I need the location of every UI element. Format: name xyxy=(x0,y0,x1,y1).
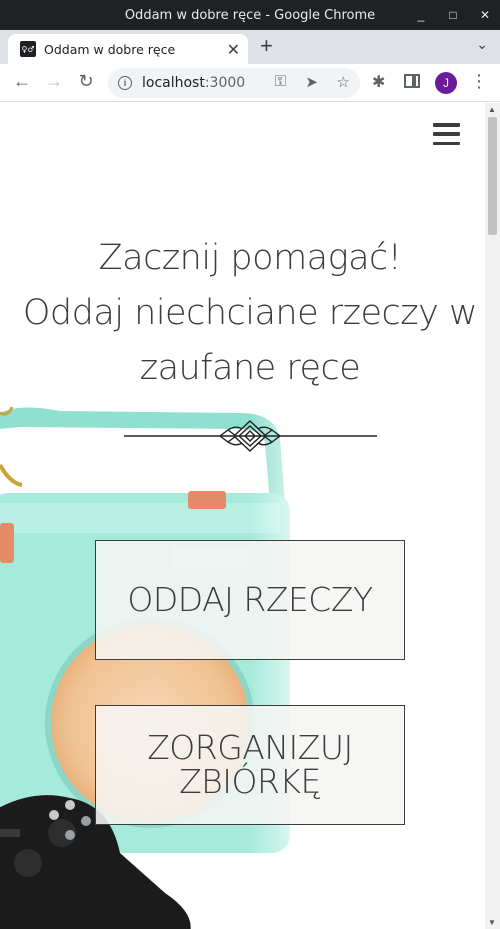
bookmark-star-icon[interactable]: ☆ xyxy=(337,73,350,91)
url-host: localhost xyxy=(142,75,205,91)
profile-avatar[interactable]: J xyxy=(435,72,457,94)
hero-heading-line-1: Zacznij pomagać! xyxy=(98,238,402,278)
tab-active[interactable]: ♀♂ Oddam w dobre ręce ✕ xyxy=(8,34,248,64)
organize-collection-label: ZORGANIZUJ ZBIÓRKĘ xyxy=(147,731,353,799)
hamburger-bar xyxy=(433,141,460,145)
tab-title: Oddam w dobre ręce xyxy=(44,41,176,57)
scroll-down-arrow-icon[interactable]: ▼ xyxy=(488,918,496,927)
page-scrollbar[interactable]: ▲ ▼ xyxy=(485,103,500,929)
send-icon[interactable]: ➤ xyxy=(305,73,318,91)
tab-strip: ♀♂ Oddam w dobre ręce ✕ + ⌄ xyxy=(0,30,500,64)
password-key-icon[interactable]: ⚿ xyxy=(275,73,286,90)
side-panel-icon[interactable] xyxy=(404,74,420,88)
organize-collection-button[interactable]: ZORGANIZUJ ZBIÓRKĘ xyxy=(95,705,405,825)
minimize-icon[interactable]: _ xyxy=(414,8,428,22)
maximize-icon[interactable]: □ xyxy=(446,8,460,22)
chrome-menu-icon[interactable]: ⋮ xyxy=(470,71,488,92)
address-bar[interactable]: i localhost:3000 ⚿ ➤ ☆ xyxy=(108,68,360,98)
ornament-divider-icon xyxy=(124,420,377,452)
organize-collection-label-line-1: ZORGANIZUJ xyxy=(147,728,353,767)
url-port: :3000 xyxy=(204,75,246,91)
tab-search-icon[interactable]: ⌄ xyxy=(476,36,488,53)
tab-close-icon[interactable]: ✕ xyxy=(227,40,240,60)
hamburger-menu-icon[interactable] xyxy=(433,123,460,145)
hero-heading-line-2: Oddaj niechciane rzeczy w xyxy=(22,293,478,333)
give-items-button[interactable]: ODDAJ RZECZY xyxy=(95,540,405,660)
organize-collection-label-line-2: ZBIÓRKĘ xyxy=(179,762,321,801)
site-info-icon[interactable]: i xyxy=(118,76,132,90)
hero-heading: Zacznij pomagać! Oddaj niechciane rzeczy… xyxy=(0,231,485,396)
window-title: Oddam w dobre ręce - Google Chrome xyxy=(124,7,376,23)
url-text[interactable]: localhost:3000 xyxy=(142,75,245,91)
scroll-up-arrow-icon[interactable]: ▲ xyxy=(488,105,496,114)
reload-icon[interactable]: ↻ xyxy=(74,71,98,92)
window-titlebar: Oddam w dobre ręce - Google Chrome _ □ ✕ xyxy=(0,0,500,30)
hero-heading-line-3: zaufane ręce xyxy=(139,348,361,388)
browser-toolbar: ← → ↻ i localhost:3000 ⚿ ➤ ☆ ✱ J ⋮ xyxy=(0,64,500,102)
back-icon[interactable]: ← xyxy=(10,71,34,92)
give-items-label: ODDAJ RZECZY xyxy=(127,580,373,619)
scrollbar-thumb[interactable] xyxy=(488,117,497,235)
window-controls: _ □ ✕ xyxy=(414,0,492,30)
page-viewport: Zacznij pomagać! Oddaj niechciane rzeczy… xyxy=(0,103,485,929)
hero-background-image xyxy=(0,393,320,929)
close-window-icon[interactable]: ✕ xyxy=(478,8,492,22)
site-favicon-icon: ♀♂ xyxy=(20,41,36,57)
new-tab-icon[interactable]: + xyxy=(260,33,273,59)
forward-icon[interactable]: → xyxy=(42,71,66,92)
extensions-puzzle-icon[interactable]: ✱ xyxy=(372,72,385,92)
hamburger-bar xyxy=(433,123,460,127)
hamburger-bar xyxy=(433,132,460,136)
